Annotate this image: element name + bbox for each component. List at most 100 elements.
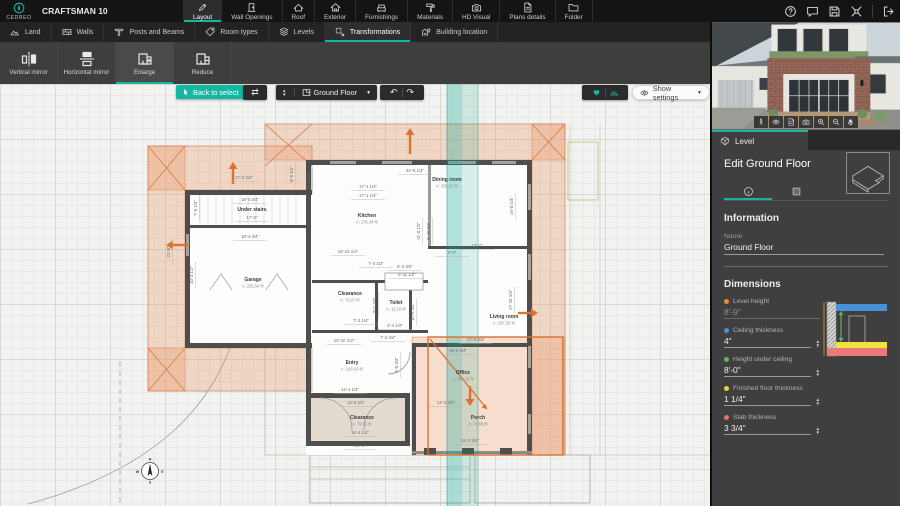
tab-section[interactable] — [772, 182, 820, 200]
dimension-label: 15'-0 1/4" — [509, 196, 514, 215]
room-area-label: A: 205.62 ft² — [436, 184, 459, 189]
floor-plan[interactable]: Under stairsGarageA: 255.54 ft²KitchenA:… — [0, 84, 710, 506]
swap-floor-button[interactable]: ⇄ — [243, 85, 267, 100]
redo-button[interactable]: ↷ — [407, 87, 415, 98]
field-stepper[interactable]: ▲ ▼ — [815, 426, 820, 435]
level-thumbnail — [846, 152, 890, 194]
tab-materials[interactable]: Materials — [407, 0, 452, 22]
hand-icon — [848, 119, 853, 126]
tab-label: Exterior — [324, 13, 347, 21]
show-settings-button[interactable]: Show settings ▼ — [632, 84, 710, 102]
tab-hd-visual[interactable]: HD Visual — [452, 0, 499, 22]
floor-stepper[interactable]: ▲ ▼ — [282, 88, 287, 97]
dimension-label: 12'-7" — [472, 243, 483, 248]
ribbon-item-transformations[interactable]: Transformations — [324, 22, 412, 42]
preview-plans-details-button[interactable] — [784, 116, 798, 128]
field-stepper[interactable]: ▲ ▼ — [815, 339, 820, 348]
name-field[interactable]: Name Ground Floor — [724, 233, 884, 255]
zoom-out-icon — [833, 119, 840, 126]
preview-zoom-in-button[interactable] — [814, 116, 828, 128]
chat-button[interactable] — [806, 5, 819, 18]
ribbon-label: Land — [25, 28, 41, 36]
dimension-label: 17'-10 1/4" — [508, 289, 513, 310]
tab-label: Layout — [193, 13, 213, 21]
tab-wall-openings[interactable]: Wall Openings — [221, 0, 281, 22]
display-toggles — [582, 85, 628, 100]
dimensions-heading: Dimensions — [724, 279, 781, 290]
field-value[interactable]: 8'-0" — [724, 365, 812, 377]
3d-preview[interactable] — [712, 22, 900, 130]
tab-folder[interactable]: Folder — [554, 0, 593, 22]
favorites-toggle-icon[interactable] — [592, 88, 601, 97]
dimension-label: 9'-2 1/4" — [306, 173, 311, 189]
ribbon-item-walls[interactable]: Walls — [52, 22, 105, 42]
room-label: Clearance — [338, 291, 362, 297]
tab-roof[interactable]: Roof — [281, 0, 315, 22]
plan-canvas[interactable]: Under stairs Garage A: 255.54 ft² Kitchen A:… — [0, 84, 710, 506]
exit-button[interactable] — [882, 5, 895, 18]
help-button[interactable] — [784, 5, 797, 18]
top-bar-actions — [784, 0, 895, 22]
preview-eye-button[interactable] — [769, 116, 783, 128]
ribbon-item-posts-and-beams[interactable]: Posts and Beams — [104, 22, 196, 42]
land-icon — [10, 30, 19, 36]
section-divider — [724, 266, 888, 267]
color-dot — [724, 415, 729, 420]
cedreo-logo[interactable]: CEDREO — [0, 0, 38, 22]
ribbon-item-room-types[interactable]: Room types — [195, 22, 269, 42]
room-label: Kitchen — [358, 213, 376, 219]
field-value[interactable]: 4" — [724, 336, 812, 348]
back-to-select-label: Back to select — [193, 87, 239, 97]
terrain-toggle-icon[interactable] — [609, 88, 619, 97]
chevron-down-icon: ▼ — [697, 89, 702, 96]
preview-zoom-out-button[interactable] — [829, 116, 843, 128]
preview-person-button[interactable] — [754, 116, 768, 128]
dimension-label: 17'-2 3/4" — [235, 175, 254, 180]
door-icon — [248, 2, 256, 12]
center-view-button[interactable] — [850, 5, 863, 18]
tab-furnishings[interactable]: Furnishings — [355, 0, 407, 22]
ribbon-item-land[interactable]: Land — [0, 22, 52, 42]
floor-selector[interactable]: ▲ ▼ Ground Floor ▼ — [276, 85, 378, 100]
field-value[interactable]: 3 3/4" — [724, 423, 812, 435]
tab-level[interactable]: Level — [712, 130, 808, 150]
tab-level-label: Level — [735, 136, 755, 146]
tab-exterior[interactable]: Exterior — [314, 0, 355, 22]
center-icon — [851, 6, 862, 16]
dimension-label: 7'-3 1/4" — [353, 318, 369, 323]
back-to-select-button[interactable]: Back to select — [176, 85, 245, 99]
save-button[interactable] — [828, 5, 841, 18]
compass-e: E — [161, 470, 164, 474]
materials-icon — [425, 3, 435, 12]
name-value[interactable]: Ground Floor — [724, 240, 884, 255]
field-value[interactable]: 1 1/4" — [724, 394, 812, 406]
name-label: Name — [724, 233, 743, 240]
vertical-mirror-icon — [21, 51, 36, 66]
tool-vertical-mirror[interactable]: Vertical mirror — [0, 42, 58, 84]
tool-enlarge[interactable]: Enlarge — [116, 42, 174, 84]
dimension-label: 12'-6 3/4" — [347, 400, 366, 405]
cube-icon — [721, 136, 729, 146]
dimension-label: 10'-9 3/4" — [410, 302, 415, 321]
preview-hand-button[interactable] — [844, 116, 858, 128]
room-area-label: A: 79.62 ft² — [352, 422, 373, 427]
field-level-height: Level height 8'-9" — [724, 298, 820, 319]
3d-preview-toolbar — [754, 116, 858, 128]
tab-plans-details[interactable]: Plans details — [499, 0, 554, 22]
tab-information[interactable] — [724, 182, 772, 200]
tool-reduce[interactable]: Reduce — [174, 42, 232, 84]
color-dot — [724, 386, 729, 391]
tab-layout[interactable]: Layout — [183, 0, 222, 22]
undo-button[interactable]: ↶ — [390, 87, 398, 98]
field-stepper[interactable]: ▲ ▼ — [815, 368, 820, 377]
dimension-label: 11'-0 1/2" — [416, 222, 421, 240]
compass-s: S — [149, 481, 152, 485]
tool-horizontal-mirror[interactable]: Horizontal mirror — [58, 42, 116, 84]
roof-icon — [293, 3, 304, 11]
preview-hd-visual-button[interactable] — [799, 116, 813, 128]
field-stepper[interactable]: ▲ ▼ — [815, 397, 820, 406]
wall-section-diagram — [823, 300, 889, 358]
ribbon-item-building-location[interactable]: Building location — [411, 22, 499, 42]
undo-redo-group: ↶ ↷ — [380, 85, 424, 100]
ribbon-item-levels[interactable]: Levels — [269, 22, 325, 42]
